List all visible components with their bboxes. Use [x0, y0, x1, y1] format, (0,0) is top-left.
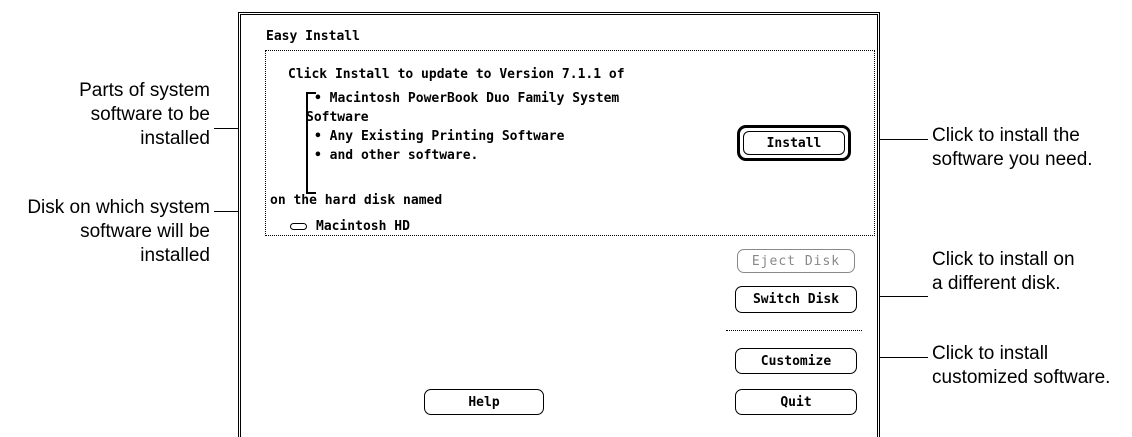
- window-title: Easy Install: [266, 29, 360, 44]
- disk-row: Macintosh HD: [290, 217, 410, 236]
- callout-line: Disk on which system: [27, 197, 210, 218]
- callout-system-parts: Parts of system software to be installed: [0, 79, 210, 151]
- install-button[interactable]: Install: [737, 125, 851, 161]
- installer-window: Easy Install Click Install to update to …: [238, 12, 880, 437]
- install-items-list: • Macintosh PowerBook Duo Family System …: [306, 89, 726, 165]
- customize-button[interactable]: Customize: [735, 348, 857, 374]
- callout-line: Click to install on: [932, 249, 1075, 270]
- callout-line: Parts of system: [79, 80, 210, 101]
- quit-button[interactable]: Quit: [735, 389, 857, 415]
- callout-line: installed: [140, 245, 210, 266]
- callout-line: Click to install: [932, 343, 1049, 364]
- list-item: • Macintosh PowerBook Duo Family System: [314, 91, 620, 106]
- list-item: • and other software.: [314, 148, 479, 163]
- list-item: • Any Existing Printing Software: [314, 129, 565, 144]
- button-divider: [726, 330, 862, 331]
- list-item: Software: [306, 110, 369, 125]
- callout-customize: Click to install customized software.: [932, 342, 1110, 390]
- callout-line: installed: [140, 128, 210, 149]
- disk-name: Macintosh HD: [316, 219, 410, 234]
- eject-disk-button[interactable]: Eject Disk: [737, 249, 855, 273]
- disk-label: on the hard disk named: [270, 193, 443, 208]
- callout-line: software will be: [80, 221, 210, 242]
- callout-install: Click to install the software you need.: [932, 124, 1093, 172]
- callout-line: Click to install the: [932, 125, 1080, 146]
- help-button[interactable]: Help: [424, 389, 544, 415]
- install-intro-text: Click Install to update to Version 7.1.1…: [288, 67, 625, 82]
- callout-line: software you need.: [932, 149, 1093, 170]
- switch-disk-button[interactable]: Switch Disk: [735, 286, 857, 313]
- callout-line: customized software.: [932, 367, 1111, 388]
- callout-switch: Click to install on a different disk.: [932, 248, 1075, 296]
- callout-line: software to be: [90, 104, 210, 125]
- callout-disk: Disk on which system software will be in…: [0, 196, 210, 268]
- install-button-label: Install: [743, 131, 845, 155]
- callout-line: a different disk.: [932, 273, 1061, 294]
- hard-disk-icon: [290, 223, 307, 230]
